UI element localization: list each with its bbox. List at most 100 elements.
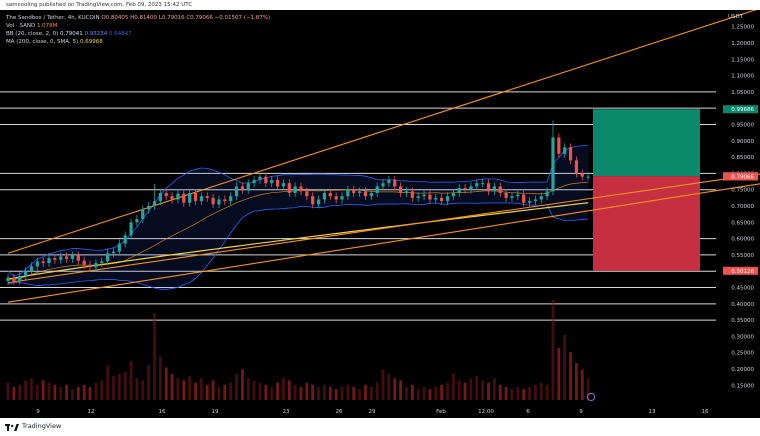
y-tick-label: 0.75000 [731,188,754,194]
candle-body [106,253,110,262]
volume-bar [375,382,379,400]
volume-bar [123,371,127,400]
candle-body [387,179,391,184]
volume-bar [446,382,449,400]
x-tick-label: 12:00 [478,409,494,415]
x-tick-label: 23 [283,409,290,415]
currency-label: USDT [728,14,744,20]
candle-body [164,192,168,197]
y-tick-label: 1.20000 [731,41,754,47]
volume-bar [235,373,238,400]
volume-bar [211,380,215,400]
bb-basis-value: 0.79041 [60,31,83,37]
candle-body [486,183,491,192]
volume-bar [170,373,174,400]
volume-label: Vol · SAND [6,23,36,29]
candle-body [316,199,321,205]
candle-body [475,183,479,187]
candle-body [334,196,338,200]
candle-body [522,194,526,203]
candle-body [445,196,450,202]
candle-body [117,243,121,252]
candle-body [399,186,403,193]
volume-bar [346,384,350,400]
candle-body [135,219,139,223]
y-tick-label: 0.20000 [731,367,754,373]
candle-body [510,196,514,198]
volume-bar [428,389,432,400]
candle-body [416,196,420,198]
volume-bar [369,386,373,400]
volume-bar [287,380,291,400]
candle-body [375,186,379,193]
volume-bar [53,384,57,400]
volume-bar [12,386,16,400]
volume-bar [358,389,361,400]
profit-zone [593,109,700,177]
y-tick-label: 0.65000 [731,220,754,226]
volume-bar [117,373,121,400]
volume-bar [6,382,10,400]
legend-ma-row[interactable]: MA (200, close, 0, SMA, 5) 0.69968 [6,38,270,46]
candle-body [193,192,198,202]
chart-canvas[interactable]: 1.250001.200001.150001.100001.050001.000… [0,10,760,418]
volume-bar [252,380,256,400]
x-tick-label: 16 [159,409,166,415]
volume-bar [293,384,297,400]
x-tick-label: Feb [436,409,446,415]
y-tick-label: 0.60000 [731,237,754,243]
volume-bar [563,334,567,400]
volume-bar [100,380,104,400]
candle-body [281,183,286,187]
candle-body [76,255,80,261]
chart-legend: The Sandbox / Tether, 4h, KUCOIN O0.8040… [6,14,270,46]
volume-bar [504,386,508,400]
candle-body [451,192,455,197]
candle-body [498,186,502,193]
volume-bar [569,352,572,400]
candle-body [422,194,426,197]
legend-volume-row[interactable]: Vol · SAND 1.078M [6,22,270,30]
candle-body [369,192,373,197]
candle-body [94,263,98,268]
price-chart[interactable]: 1.250001.200001.150001.100001.050001.000… [0,10,760,418]
volume-bar [164,367,168,400]
candle-body [270,179,274,184]
volume-value: 1.078M [36,23,58,29]
publish-header: samcooling published on TradingView.com,… [0,0,760,10]
candle-body [504,192,508,198]
legend-bb-row[interactable]: BB (20, close, 2, 0) 0.79041 0.93234 0.6… [6,30,270,38]
volume-bar [76,386,80,400]
candle-body [311,196,315,205]
candle-body [287,183,291,193]
volume-bar [352,386,356,400]
price-tag-label: 0.50126 [731,269,754,275]
volume-bar [457,380,461,400]
volume-bar [522,389,526,400]
volume-bar [199,378,203,400]
candle-body [111,251,116,254]
candle-body [516,194,520,197]
ma-label: MA (200, close, 0, SMA, 5) [6,39,79,45]
volume-bar [323,384,326,400]
candle-body [440,197,444,202]
volume-bar [141,380,145,400]
candle-body [188,192,192,203]
y-tick-label: 0.30000 [731,334,754,340]
candle-body [264,176,268,184]
candle-body [65,256,69,259]
candle-body [152,201,157,206]
candle-body [223,199,227,202]
volume-bar [129,360,133,400]
candle-body [29,266,34,272]
candle-body [123,235,127,244]
volume-bar [463,382,467,400]
candle-body [41,261,45,264]
candle-body [258,176,262,180]
candle-body [88,264,92,268]
volume-bar [539,382,543,400]
volume-bar [158,356,162,400]
volume-bar [381,369,385,400]
volume-bar [545,384,549,400]
symbol-title[interactable]: The Sandbox / Tether, 4h, KUCOIN [6,15,100,21]
